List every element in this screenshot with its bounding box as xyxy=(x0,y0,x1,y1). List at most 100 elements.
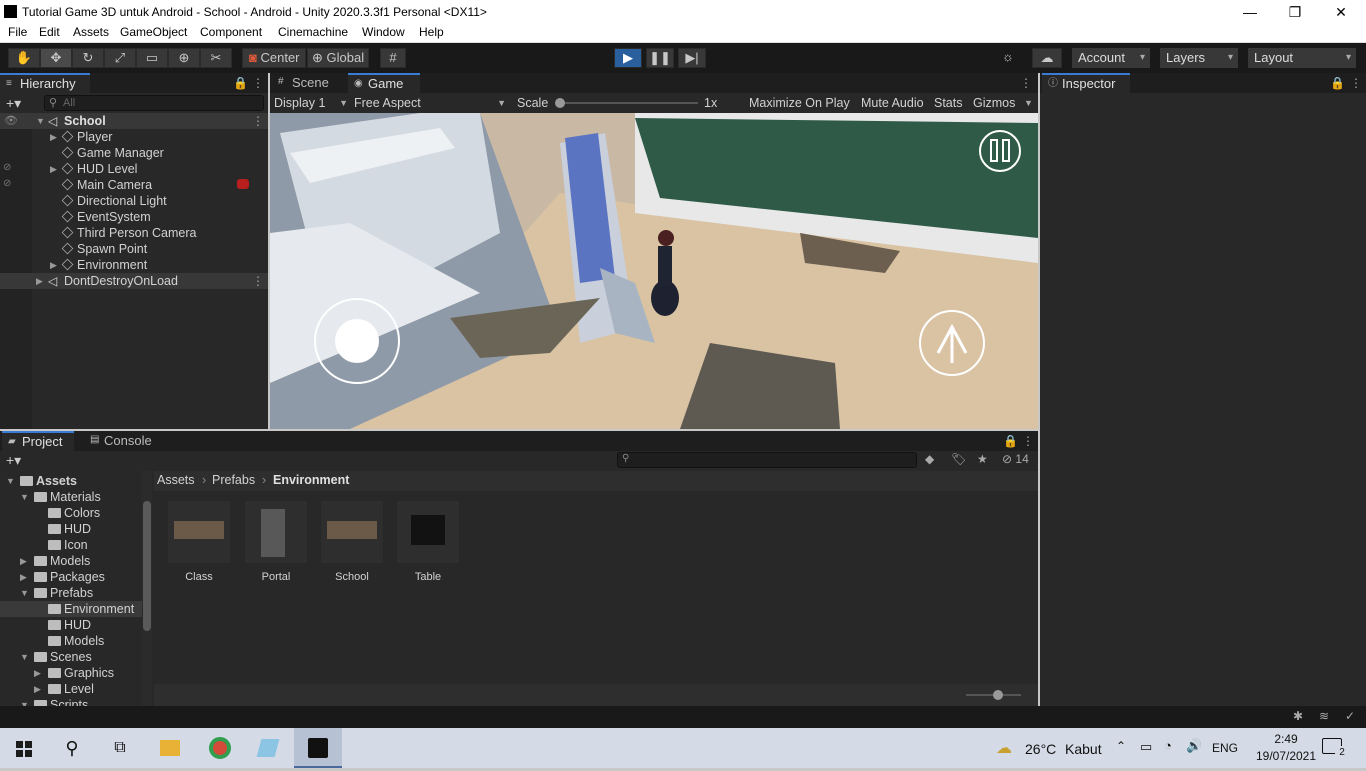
tab-game[interactable]: ◉ Game xyxy=(348,73,420,93)
pivot-center-toggle[interactable]: ◙ Center xyxy=(242,48,306,68)
expand-arrow-icon[interactable]: ▼ xyxy=(20,585,29,601)
gizmos-toggle[interactable]: Gizmos xyxy=(973,93,1015,113)
folder-tree-item[interactable]: ▼ Prefabs xyxy=(0,585,142,601)
menu-assets[interactable]: Assets xyxy=(73,25,109,39)
inspector-more-icon[interactable]: ⋮ xyxy=(1350,76,1362,90)
rect-tool-icon[interactable]: ▭ xyxy=(136,48,168,68)
folder-tree-item[interactable]: ▼ Scripts xyxy=(0,697,142,706)
chevron-up-icon[interactable]: ⌃ xyxy=(1116,739,1126,753)
hidden-eye-icon[interactable]: ⊘ xyxy=(3,178,11,189)
folder-tree-item[interactable]: ▶ Packages xyxy=(0,569,142,585)
breadcrumb-assets[interactable]: Assets xyxy=(157,471,195,489)
chrome-icon[interactable] xyxy=(196,728,244,768)
hierarchy-item-environment[interactable]: ▶ Environment xyxy=(50,257,147,273)
collapse-arrow-icon[interactable]: ▶ xyxy=(34,665,41,681)
scene-menu-icon[interactable]: ⋮ xyxy=(252,113,264,129)
minimize-button[interactable]: — xyxy=(1227,2,1273,22)
volume-icon[interactable]: 🔊 xyxy=(1186,738,1202,754)
asset-portal[interactable]: Portal xyxy=(243,501,309,583)
folder-tree-item[interactable]: ▼ Materials xyxy=(0,489,142,505)
lock-icon[interactable]: 🔒 xyxy=(233,76,248,90)
folder-tree-item[interactable]: ▶ Level xyxy=(0,681,142,697)
maximize-button[interactable]: ❐ xyxy=(1272,2,1318,22)
breadcrumb-environment[interactable]: Environment xyxy=(273,471,349,489)
folder-tree-item[interactable]: HUD xyxy=(0,617,142,633)
menu-window[interactable]: Window xyxy=(362,25,405,39)
asset-school[interactable]: School xyxy=(319,501,385,583)
collapse-arrow-icon[interactable]: ▶ xyxy=(20,569,27,585)
asset-table[interactable]: Table xyxy=(395,501,461,583)
folder-tree-item[interactable]: ▶ Models xyxy=(0,553,142,569)
expand-arrow-icon[interactable]: ▼ xyxy=(6,473,15,489)
global-local-toggle[interactable]: ⊕ Global xyxy=(307,48,369,68)
folder-tree-item[interactable]: Colors xyxy=(0,505,142,521)
game-render[interactable] xyxy=(270,113,1038,429)
folder-tree-item[interactable]: Environment xyxy=(0,601,142,617)
check-icon[interactable]: ✓ xyxy=(1345,709,1355,723)
tab-project[interactable]: ▰ Project xyxy=(2,431,74,451)
aspect-dropdown[interactable]: Free Aspect ▼ xyxy=(354,93,506,113)
hierarchy-item-player[interactable]: ▶ Player xyxy=(50,129,112,145)
folder-tree-item[interactable]: Icon xyxy=(0,537,142,553)
hierarchy-search-input[interactable]: ⚲ All xyxy=(44,95,264,111)
rotate-tool-icon[interactable]: ↻ xyxy=(72,48,104,68)
weather-icon[interactable]: ☁ xyxy=(996,738,1012,758)
folder-tree-item[interactable]: ▼ Scenes xyxy=(0,649,142,665)
notepad-icon[interactable] xyxy=(244,728,292,768)
hierarchy-item-directional-light[interactable]: Directional Light xyxy=(61,193,167,209)
debug-icon[interactable]: ✱ xyxy=(1293,709,1303,723)
play-button[interactable]: ▶ xyxy=(614,48,642,68)
wifi-icon[interactable]: ◔ xyxy=(1164,738,1172,753)
clock-date[interactable]: 19/07/2021 xyxy=(1246,749,1326,763)
layout-dropdown[interactable]: Layout xyxy=(1248,48,1356,68)
menu-file[interactable]: File xyxy=(8,25,27,39)
breadcrumb-prefabs[interactable]: Prefabs xyxy=(212,471,255,489)
display-dropdown[interactable]: Display 1 ▼ xyxy=(274,93,348,113)
unity-taskbar-icon[interactable] xyxy=(294,728,342,768)
ddol-menu-icon[interactable]: ⋮ xyxy=(252,273,264,289)
tab-hierarchy[interactable]: ≡ Hierarchy xyxy=(0,73,90,93)
project-lock-icon[interactable]: 🔒 xyxy=(1003,434,1018,448)
language-indicator[interactable]: ENG xyxy=(1212,741,1238,755)
close-button[interactable]: ✕ xyxy=(1318,2,1364,22)
filter-label-icon[interactable]: 🏷 xyxy=(951,452,966,466)
folder-tree-item[interactable]: HUD xyxy=(0,521,142,537)
scale-tool-icon[interactable]: ⤢ xyxy=(104,48,136,68)
custom-tool-icon[interactable]: ✂ xyxy=(200,48,232,68)
menu-cinemachine[interactable]: Cinemachine xyxy=(278,25,348,39)
menu-component[interactable]: Component xyxy=(200,25,262,39)
battery-icon[interactable]: ▭ xyxy=(1140,739,1152,755)
cache-icon[interactable]: ≋ xyxy=(1319,709,1329,723)
gizmos-dropdown-icon[interactable]: ▼ xyxy=(1024,93,1033,113)
more-options-icon[interactable]: ⋮ xyxy=(252,76,264,90)
hand-tool-icon[interactable]: ✋ xyxy=(8,48,40,68)
stats-toggle[interactable]: Stats xyxy=(934,93,963,113)
favorite-icon[interactable]: ★ xyxy=(977,452,988,466)
start-button[interactable] xyxy=(0,728,48,768)
icon-size-slider-thumb[interactable] xyxy=(993,690,1003,700)
hierarchy-item-spawn-point[interactable]: Spawn Point xyxy=(61,241,147,257)
grid-snap-icon[interactable]: # xyxy=(380,48,406,68)
pause-button[interactable]: ❚❚ xyxy=(646,48,674,68)
asset-class[interactable]: Class xyxy=(166,501,232,583)
hierarchy-item-eventsystem[interactable]: EventSystem xyxy=(61,209,151,225)
scale-slider-thumb[interactable] xyxy=(555,98,565,108)
expand-arrow-icon[interactable]: ▼ xyxy=(20,489,29,505)
collapse-arrow-icon[interactable]: ▶ xyxy=(34,681,41,697)
file-explorer-icon[interactable] xyxy=(146,728,194,768)
menu-help[interactable]: Help xyxy=(419,25,444,39)
task-view-icon[interactable]: ⧉ xyxy=(96,728,144,768)
move-tool-icon[interactable]: ✥ xyxy=(40,48,72,68)
mute-audio-toggle[interactable]: Mute Audio xyxy=(861,93,924,113)
hierarchy-item-third-person-camera[interactable]: Third Person Camera xyxy=(61,225,197,241)
joystick-knob[interactable] xyxy=(335,319,379,363)
collapse-arrow-icon[interactable]: ▶ xyxy=(20,553,27,569)
transform-tool-icon[interactable]: ⊕ xyxy=(168,48,200,68)
hierarchy-item-game-manager[interactable]: Game Manager xyxy=(61,145,164,161)
weather-temp[interactable]: 26°C xyxy=(1025,741,1056,757)
scene-row[interactable]: 👁 ▼ ◁ School ⋮ xyxy=(0,113,268,129)
cloud-icon[interactable]: ☁ xyxy=(1032,48,1062,68)
project-more-icon[interactable]: ⋮ xyxy=(1022,434,1034,448)
folder-tree-item[interactable]: ▶ Graphics xyxy=(0,665,142,681)
weather-desc[interactable]: Kabut xyxy=(1065,741,1102,757)
